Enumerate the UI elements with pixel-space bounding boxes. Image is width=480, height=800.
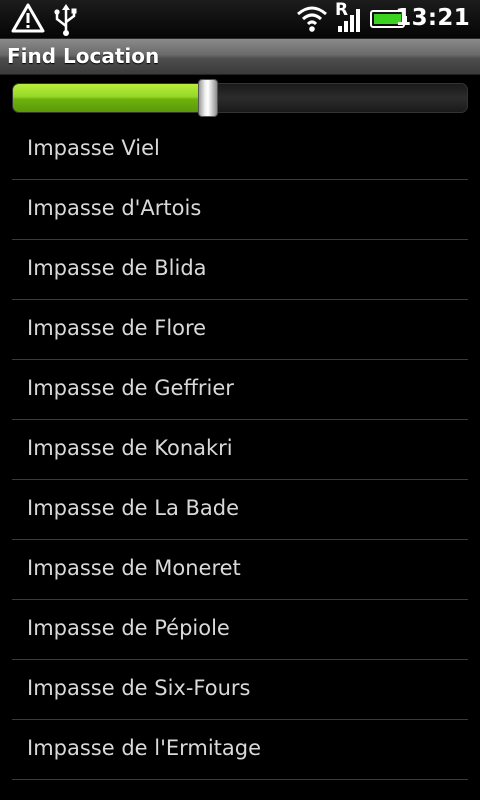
status-time: 13:21 bbox=[395, 5, 470, 31]
list-item[interactable]: Impasse de Six-Fours bbox=[12, 660, 468, 720]
list-item-label: Impasse de La Bade bbox=[27, 496, 240, 520]
seekbar-fill bbox=[13, 84, 209, 112]
location-list: Impasse Viel Impasse d'Artois Impasse de B… bbox=[0, 120, 480, 780]
seekbar[interactable] bbox=[12, 79, 468, 120]
list-item-label: Impasse de Flore bbox=[27, 316, 207, 340]
list-item-label: Impasse de Blida bbox=[27, 256, 207, 280]
list-item-label: Impasse de Konakri bbox=[27, 436, 233, 460]
list-item-label: Impasse d'Artois bbox=[27, 196, 202, 220]
list-item-label: Impasse de Pépiole bbox=[27, 616, 230, 640]
list-item[interactable]: Impasse d'Artois bbox=[12, 180, 468, 240]
seekbar-track[interactable] bbox=[12, 83, 468, 113]
list-item[interactable]: Impasse de Flore bbox=[12, 300, 468, 360]
list-item-label: Impasse de Six-Fours bbox=[27, 676, 251, 700]
list-item-label: Impasse de l'Ermitage bbox=[27, 736, 262, 760]
list-item-label: Impasse de Moneret bbox=[27, 556, 241, 580]
list-item[interactable]: Impasse de l'Ermitage bbox=[12, 720, 468, 780]
list-item[interactable]: Impasse Viel bbox=[12, 120, 468, 180]
wifi-icon bbox=[297, 6, 327, 32]
list-item-label: Impasse Viel bbox=[27, 136, 160, 160]
list-item[interactable]: Impasse de La Bade bbox=[12, 480, 468, 540]
list-item[interactable]: Impasse de Blida bbox=[12, 240, 468, 300]
usb-icon bbox=[54, 4, 77, 36]
list-item-label: Impasse de Geffrier bbox=[27, 376, 234, 400]
list-item[interactable]: Impasse de Geffrier bbox=[12, 360, 468, 420]
roaming-signal-icon: R bbox=[334, 0, 368, 38]
list-item[interactable]: Impasse de Konakri bbox=[12, 420, 468, 480]
screen: R 13:21 Find Location Impasse Viel Impass… bbox=[0, 0, 480, 800]
title-bar: Find Location bbox=[0, 39, 480, 75]
list-item[interactable]: Impasse de Pépiole bbox=[12, 600, 468, 660]
page-title: Find Location bbox=[7, 44, 160, 68]
seekbar-thumb[interactable] bbox=[198, 79, 219, 117]
list-item[interactable]: Impasse de Moneret bbox=[12, 540, 468, 600]
status-bar: R 13:21 bbox=[0, 0, 480, 39]
warning-icon bbox=[11, 3, 45, 33]
